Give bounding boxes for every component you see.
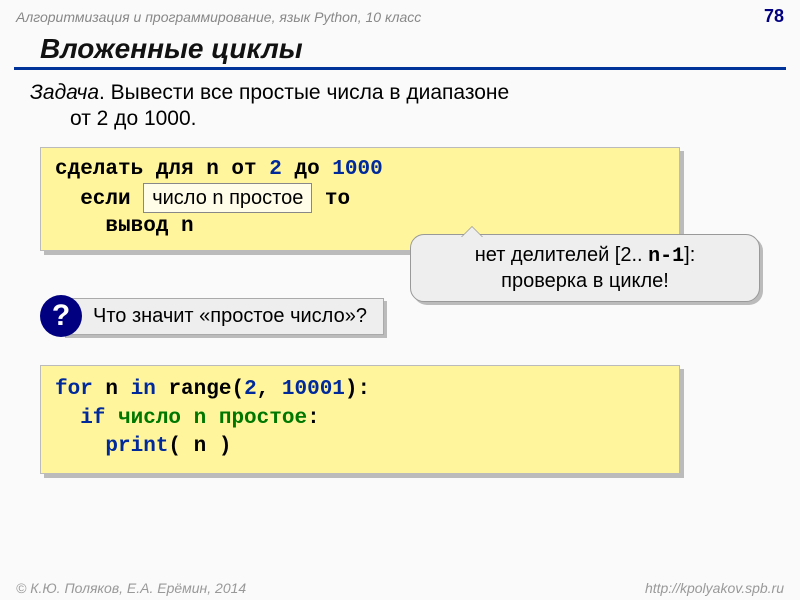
pseudo-line-1: сделать для n от 2 до 1000 — [55, 156, 665, 183]
website-url: http://kpolyakov.spb.ru — [645, 580, 784, 596]
copyright: © К.Ю. Поляков, Е.А. Ерёмин, 2014 — [16, 580, 246, 596]
pseudo-line-2: если число n простое то — [55, 183, 665, 213]
task-label: Задача — [30, 81, 99, 104]
slide-header: Алгоритмизация и программирование, язык … — [0, 0, 800, 29]
task-text-1: . Вывести все простые числа в диапазоне — [99, 81, 509, 104]
callout-line-2: проверка в цикле! — [425, 269, 745, 293]
slide-footer: © К.Ю. Поляков, Е.А. Ерёмин, 2014 http:/… — [0, 580, 800, 596]
py-line-2: if число n простое: — [55, 405, 665, 433]
task-statement: Задача. Вывести все простые числа в диап… — [0, 80, 800, 133]
prime-condition-box: число n простое — [143, 183, 312, 213]
task-text-2: от 2 до 1000. — [70, 106, 774, 132]
question-text: Что значит «простое число»? — [62, 298, 384, 335]
py-line-3: print( n ) — [55, 433, 665, 461]
course-name: Алгоритмизация и программирование, язык … — [16, 9, 421, 25]
page-number: 78 — [764, 6, 784, 27]
py-line-1: for n in range(2, 10001): — [55, 376, 665, 404]
callout-bubble: нет делителей [2.. n-1]: проверка в цикл… — [410, 234, 760, 302]
callout-line-1: нет делителей [2.. n-1]: — [425, 243, 745, 269]
slide-title: Вложенные циклы — [14, 29, 786, 70]
python-code-box: for n in range(2, 10001): if число n про… — [40, 365, 680, 474]
